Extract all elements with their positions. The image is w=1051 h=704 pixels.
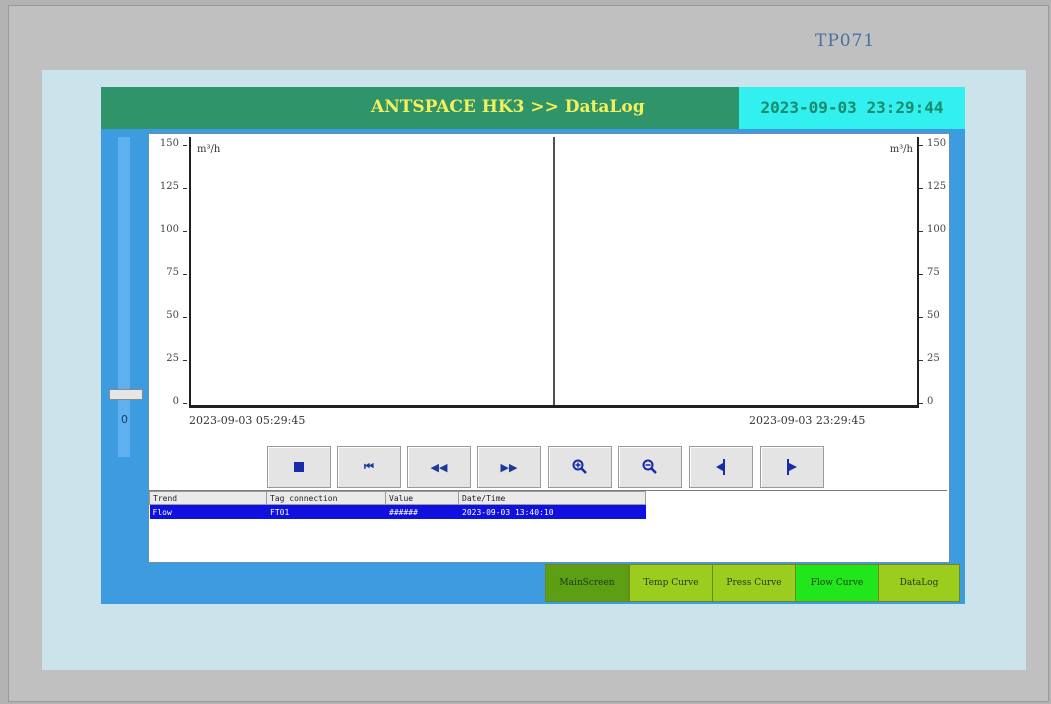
y-tick-mark: [919, 274, 923, 275]
cell-trend: Flow: [149, 504, 267, 519]
stop-icon: [293, 461, 305, 473]
y-tick-mark: [919, 188, 923, 189]
nav-button-temp-curve[interactable]: Temp Curve: [629, 564, 713, 602]
y-tick-label: 75: [927, 267, 940, 278]
time-slider-thumb[interactable]: [109, 389, 143, 400]
y-tick-mark: [183, 145, 187, 146]
y-tick-label: 100: [927, 224, 947, 235]
y-tick-mark: [919, 403, 923, 404]
time-axis-end: 2023-09-03 23:29:45: [749, 414, 866, 427]
y-tick-mark: [919, 317, 923, 318]
forward-button[interactable]: ▶▶: [477, 446, 541, 488]
y-tick-mark: [183, 360, 187, 361]
zoom-out-icon: [642, 459, 658, 475]
nav-button-press-curve[interactable]: Press Curve: [712, 564, 796, 602]
time-axis-start: 2023-09-03 05:29:45: [189, 414, 306, 427]
nav-button-mainscreen[interactable]: MainScreen: [545, 564, 629, 602]
y-tick-mark: [919, 231, 923, 232]
ruler-left-icon: [714, 458, 728, 476]
trend-view: 150 125 100 75 50 25 0 150 125 100 75 50 25 0 m³/h m…: [148, 133, 950, 563]
y-tick-label: 0: [172, 396, 179, 407]
goto-start-button[interactable]: ⏮: [337, 446, 401, 488]
y-tick-mark: [183, 231, 187, 232]
zoom-in-button[interactable]: [548, 446, 612, 488]
y-tick-label: 50: [927, 310, 940, 321]
unit-label-left: m³/h: [197, 144, 221, 155]
y-tick-mark: [183, 188, 187, 189]
rewind-icon: ◀◀: [430, 460, 448, 474]
zoom-in-icon: [572, 459, 588, 475]
nav-button-flow-curve[interactable]: Flow Curve: [795, 564, 879, 602]
datetime-display: 2023-09-03 23:29:44: [739, 87, 965, 129]
y-tick-label: 100: [159, 224, 179, 235]
y-tick-label: 25: [927, 353, 940, 364]
hmi-screen: ANTSPACE HK3 >> DataLog 2023-09-03 23:29…: [101, 87, 965, 604]
unit-label-right: m³/h: [889, 144, 913, 155]
value-table-area: Trend Tag connection Value Date/Time Flo…: [149, 490, 947, 561]
column-header-datetime: Date/Time: [458, 491, 646, 505]
cell-datetime: 2023-09-03 13:40:10: [458, 504, 646, 519]
y-tick-label: 50: [166, 310, 179, 321]
y-axis-left: 150 125 100 75 50 25 0: [149, 137, 187, 407]
page-title: ANTSPACE HK3 >> DataLog: [371, 97, 645, 117]
y-tick-label: 150: [927, 138, 947, 149]
y-tick-label: 125: [927, 181, 947, 192]
device-model-label: TP071: [815, 31, 876, 51]
forward-icon: ▶▶: [500, 460, 518, 474]
y-tick-label: 75: [166, 267, 179, 278]
ruler-left-button[interactable]: [689, 446, 753, 488]
goto-start-icon: ⏮: [364, 460, 374, 473]
y-tick-mark: [183, 317, 187, 318]
zoom-out-button[interactable]: [618, 446, 682, 488]
cell-tag: FT01: [266, 504, 386, 519]
y-tick-mark: [919, 145, 923, 146]
title-bar: ANTSPACE HK3 >> DataLog: [101, 87, 741, 129]
cell-value: ######: [385, 504, 459, 519]
y-axis-right: 150 125 100 75 50 25 0: [919, 137, 957, 407]
slider-value: 0: [121, 413, 128, 426]
table-row[interactable]: Flow FT01 ###### 2023-09-03 13:40:10: [149, 504, 646, 519]
column-header-tag: Tag connection: [266, 491, 386, 505]
y-tick-label: 150: [159, 138, 179, 149]
time-slider-track[interactable]: [118, 137, 130, 457]
y-tick-mark: [183, 274, 187, 275]
trend-plot-area[interactable]: m³/h m³/h: [189, 137, 919, 408]
y-tick-label: 125: [159, 181, 179, 192]
nav-button-datalog[interactable]: DataLog: [878, 564, 960, 602]
value-table: Trend Tag connection Value Date/Time Flo…: [149, 491, 646, 519]
y-tick-mark: [183, 403, 187, 404]
column-header-value: Value: [385, 491, 459, 505]
ruler-cursor[interactable]: [553, 137, 555, 405]
ruler-right-icon: [785, 458, 799, 476]
column-header-trend: Trend: [149, 491, 267, 505]
table-header-row: Trend Tag connection Value Date/Time: [149, 491, 646, 505]
y-tick-label: 25: [166, 353, 179, 364]
rewind-button[interactable]: ◀◀: [407, 446, 471, 488]
y-tick-label: 0: [927, 396, 934, 407]
y-tick-mark: [919, 360, 923, 361]
ruler-right-button[interactable]: [760, 446, 824, 488]
stop-button[interactable]: [267, 446, 331, 488]
